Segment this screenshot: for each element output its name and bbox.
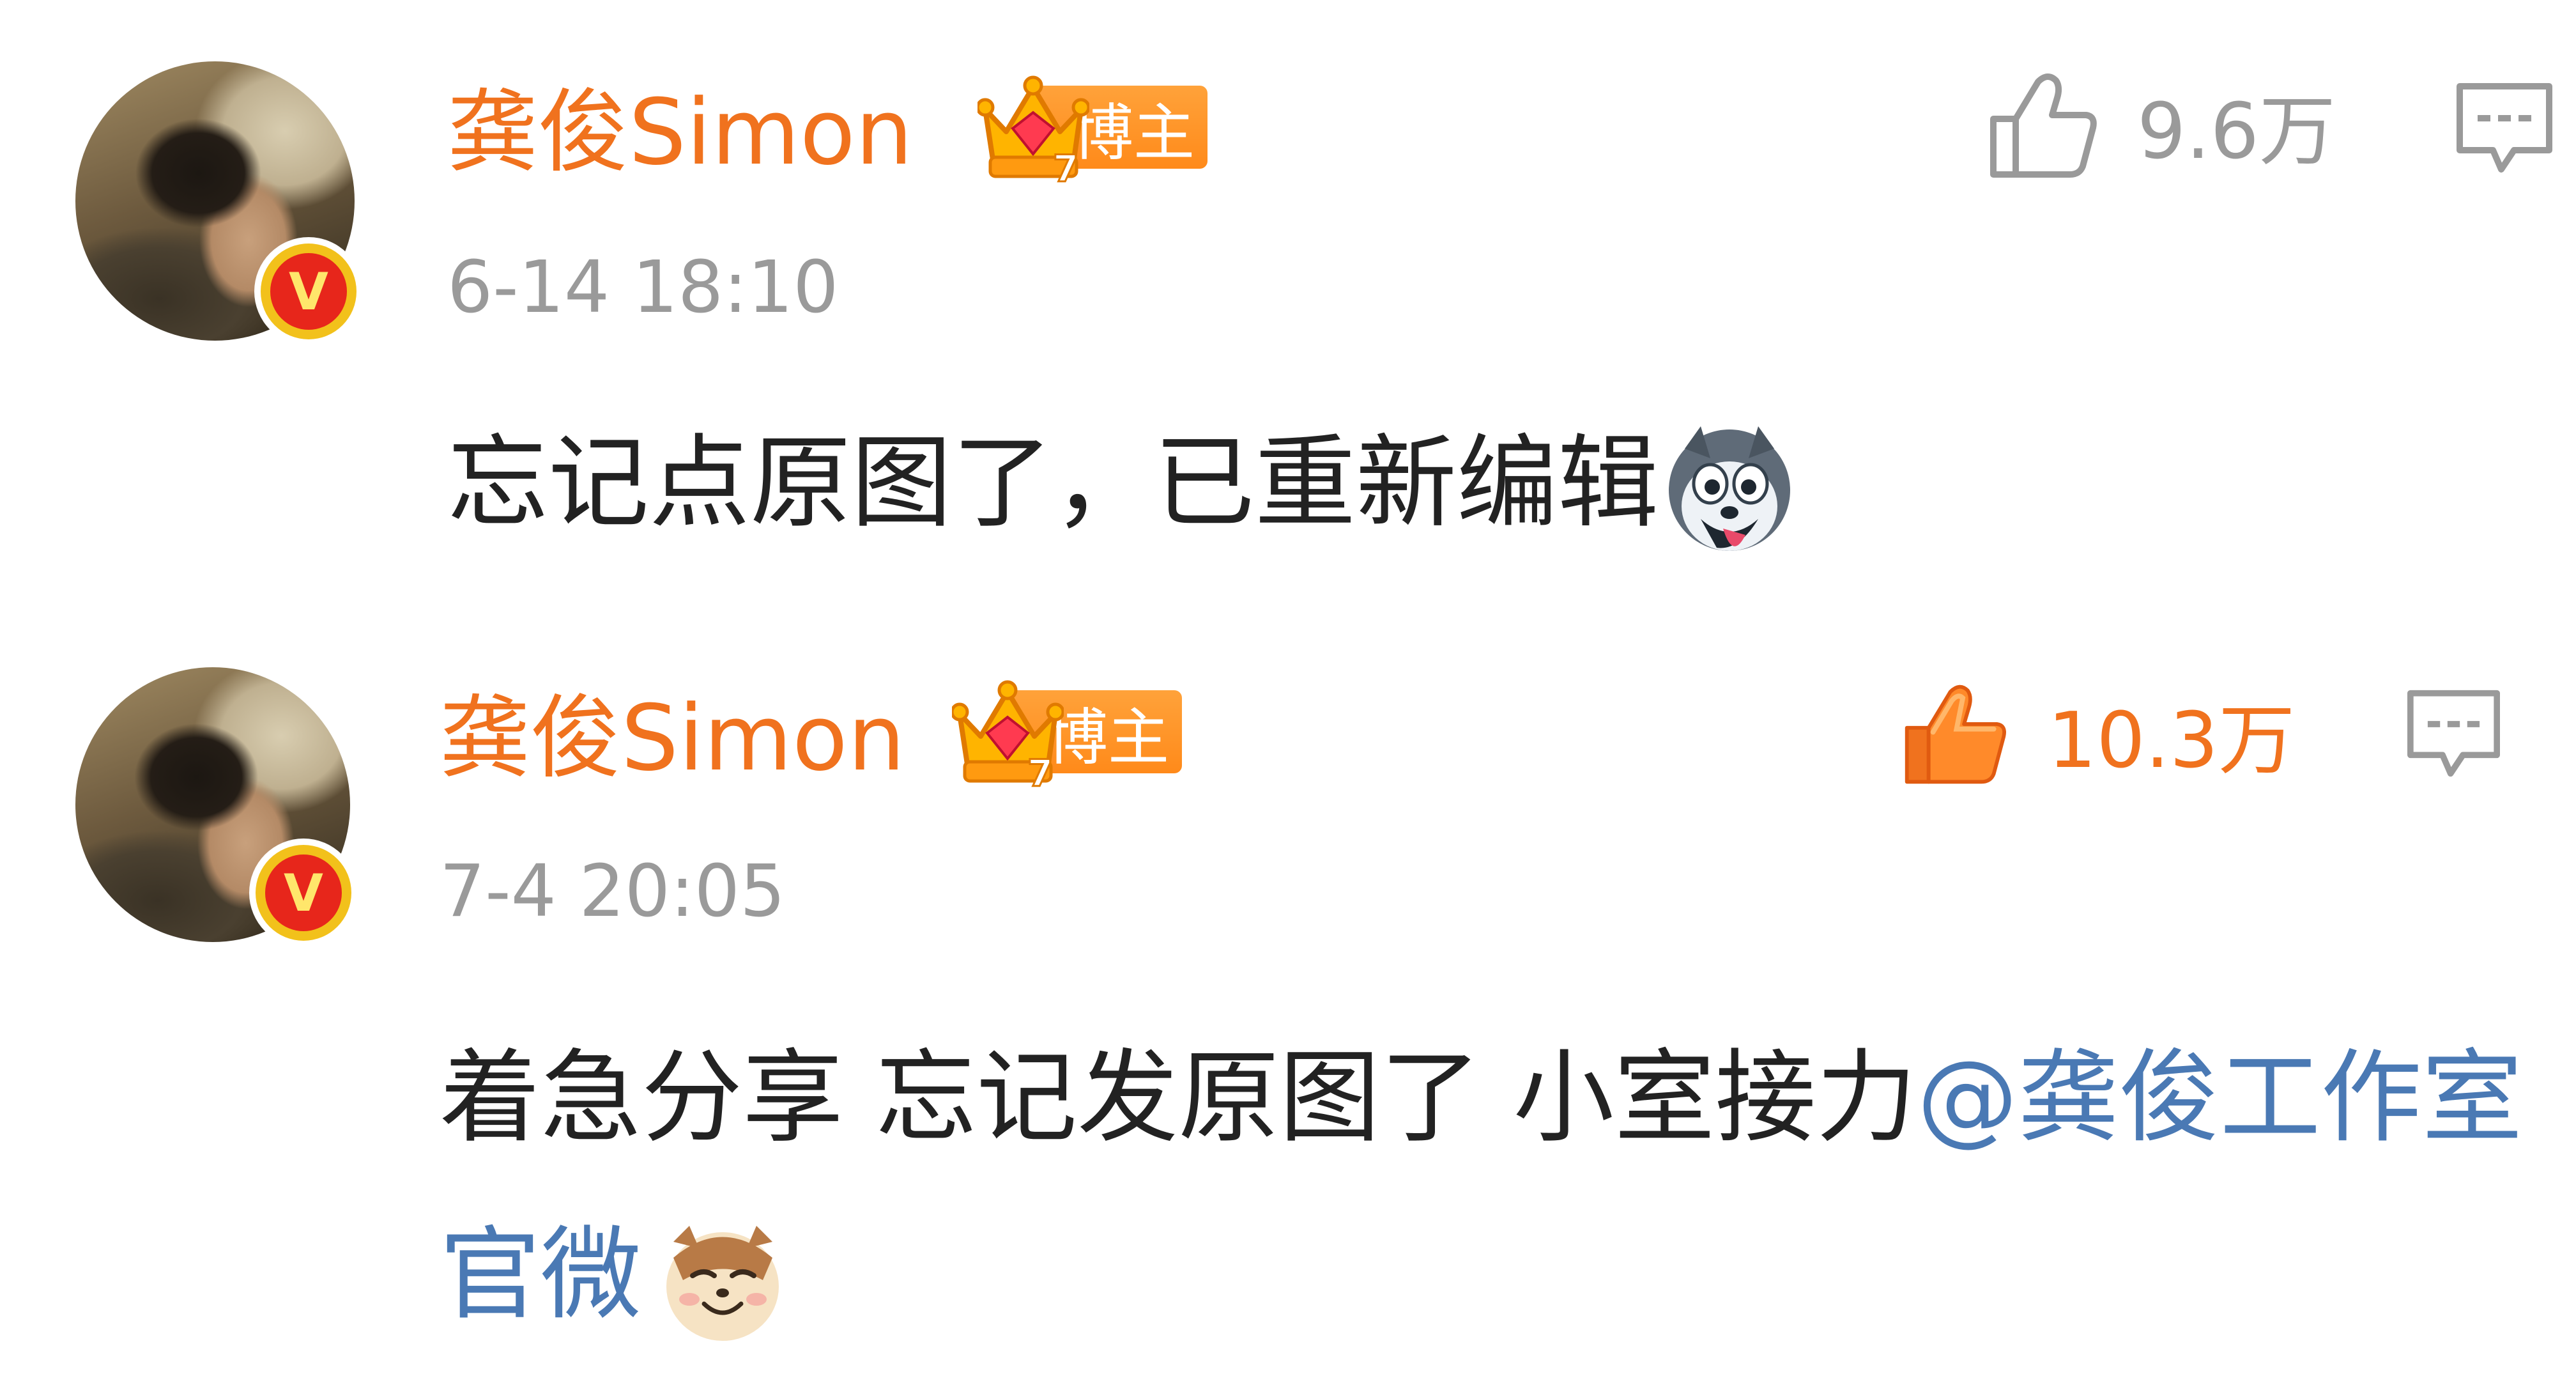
comment-text: 忘记点原图了，已重新编辑 [447, 415, 2492, 557]
timestamp: 6-14 18:10 [447, 246, 839, 329]
username[interactable]: 龚俊Simon [447, 75, 913, 190]
hamster-emoji [666, 1225, 779, 1341]
comment-item: V 龚俊Simon 博主 7 6-14 18:10 忘记点原图了，已重新编辑 9… [0, 0, 2576, 614]
avatar[interactable]: V [75, 61, 363, 346]
comment-text: 着急分享 忘记发原图了 小室接力@龚俊工作室官微 [440, 1010, 2548, 1363]
husky-emoji [1669, 426, 1790, 551]
reply-icon[interactable] [2404, 687, 2503, 780]
username[interactable]: 龚俊Simon [440, 681, 905, 796]
like-button[interactable]: 9.6万 [1987, 61, 2336, 189]
verified-badge-icon: V [249, 839, 358, 947]
crown-level-icon: 7 [952, 680, 1064, 787]
crown-level-icon: 7 [977, 75, 1089, 183]
reply-icon[interactable] [2453, 80, 2556, 176]
timestamp: 7-4 20:05 [440, 850, 786, 933]
comment-body: 着急分享 忘记发原图了 小室接力 [440, 1039, 1917, 1157]
thumbs-up-icon [1990, 73, 2097, 178]
badge-level: 7 [1053, 147, 1078, 183]
blogger-badge: 博主 7 [952, 679, 1182, 787]
like-button[interactable]: 10.3万 [1901, 670, 2295, 798]
verified-badge-icon: V [254, 237, 363, 346]
badge-level: 7 [1027, 752, 1053, 787]
avatar[interactable]: V [75, 667, 358, 947]
thumbs-up-icon [1905, 684, 2006, 784]
blogger-badge: 博主 7 [977, 74, 1208, 183]
like-count: 10.3万 [2048, 697, 2296, 785]
like-count: 9.6万 [2137, 88, 2336, 176]
comment-item: V 龚俊Simon 博主 7 7-4 20:05 着急分享 忘记发原图了 小室接… [0, 614, 2576, 1376]
comment-body: 忘记点原图了，已重新编辑 [447, 424, 1659, 542]
